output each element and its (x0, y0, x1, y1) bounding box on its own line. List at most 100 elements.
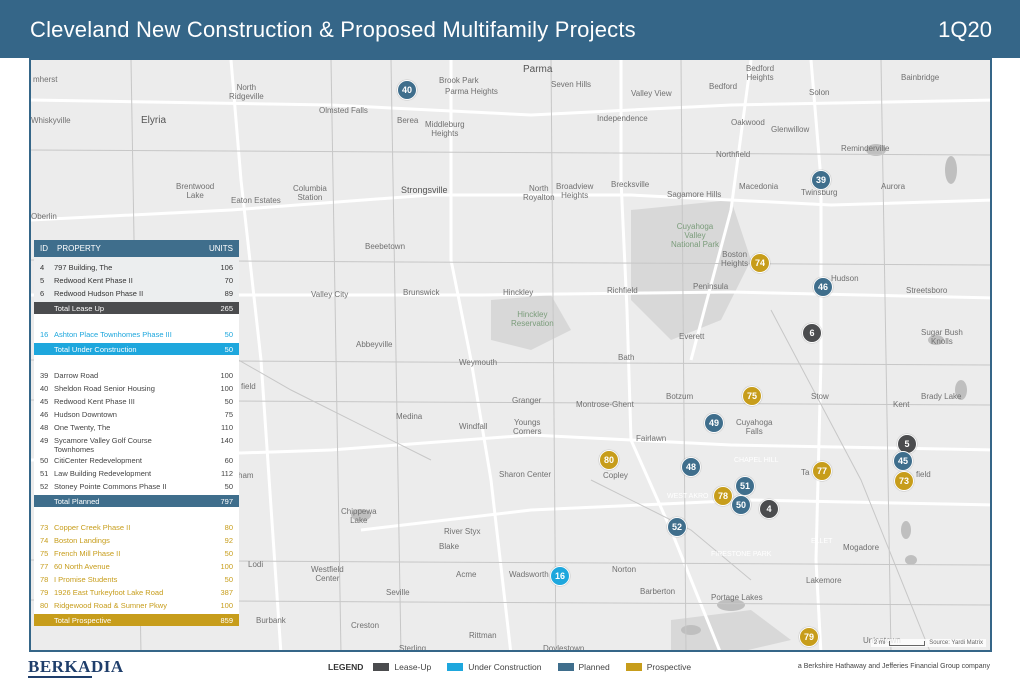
place-label: Sterling (399, 644, 427, 652)
row-id: 46 (40, 410, 49, 419)
row-id: 80 (40, 601, 49, 610)
table-header: ID PROPERTY UNITS (34, 240, 239, 257)
map-marker-16[interactable]: 16 (550, 566, 570, 586)
place-label: Everett (679, 332, 705, 341)
map-marker-75[interactable]: 75 (742, 386, 762, 406)
map-marker-80[interactable]: 80 (599, 450, 619, 470)
map-marker-40[interactable]: 40 (397, 80, 417, 100)
place-label: Acme (456, 570, 477, 579)
place-label: Brady Lake (921, 392, 962, 401)
place-label: Parma (523, 64, 553, 75)
row-id: 45 (40, 397, 49, 406)
row-property: 1926 East Turkeyfoot Lake Road (54, 588, 164, 597)
map-marker-6[interactable]: 6 (802, 323, 822, 343)
place-label: Middleburg Heights (425, 120, 465, 138)
row-property: Sheldon Road Senior Housing (54, 384, 155, 393)
map-marker-50[interactable]: 50 (731, 495, 751, 515)
header-bar: Cleveland New Construction & Proposed Mu… (0, 0, 1020, 58)
table-row[interactable]: 6 Redwood Hudson Phase II 89 (34, 287, 239, 300)
place-label: Peninsula (693, 282, 729, 291)
map-marker-52[interactable]: 52 (667, 517, 687, 537)
place-label: WEST AKRO (667, 493, 709, 500)
scale-bar-graphic (889, 640, 926, 646)
place-label: Mogadore (843, 543, 880, 552)
map-marker-79[interactable]: 79 (799, 627, 819, 647)
table-row[interactable]: 77 60 North Avenue 100 (34, 560, 239, 573)
table-row[interactable]: 50 CitiCenter Redevelopment 60 (34, 454, 239, 467)
place-label: Northfield (716, 150, 751, 159)
source-label: Source: Yardi Matrix (929, 640, 983, 646)
table-row[interactable]: 46 Hudson Downtown 75 (34, 408, 239, 421)
place-label: ham (238, 471, 254, 480)
table-row[interactable]: 49 Sycamore Valley Golf Course Townhomes 1… (34, 434, 239, 454)
row-property: Sycamore Valley Golf Course Townhomes (54, 436, 152, 454)
row-units: 50 (224, 397, 233, 406)
row-id: 51 (40, 469, 49, 478)
map-marker-46[interactable]: 46 (813, 277, 833, 297)
place-label: Olmsted Falls (319, 106, 368, 115)
table-row[interactable]: 75 French Mill Phase II 50 (34, 547, 239, 560)
table-row[interactable]: 40 Sheldon Road Senior Housing 100 (34, 382, 239, 395)
place-label: Abbeyville (356, 340, 393, 349)
row-property: I Promise Students (54, 575, 118, 584)
place-label: Elyria (141, 115, 167, 126)
row-id: 40 (40, 384, 49, 393)
table-row[interactable]: 74 Boston Landings 92 (34, 534, 239, 547)
map-marker-77[interactable]: 77 (812, 461, 832, 481)
place-label: Wadsworth (509, 570, 549, 579)
map-marker-49[interactable]: 49 (704, 413, 724, 433)
place-label: Hinckley (503, 288, 534, 297)
place-label: FIRESTONE PARK (711, 551, 772, 558)
place-label: North Ridgeville (229, 83, 264, 101)
row-property: Hudson Downtown (54, 410, 117, 419)
row-property: French Mill Phase II (54, 549, 121, 558)
table-row[interactable]: 73 Copper Creek Phase II 80 (34, 521, 239, 534)
map-marker-45[interactable]: 45 (893, 451, 913, 471)
place-label: Bedford Heights (746, 64, 775, 82)
map-canvas[interactable]: Parma Seven Hills Bedford Heights Bedfor… (29, 58, 992, 652)
table-row[interactable]: 39 Darrow Road 100 (34, 369, 239, 382)
map-marker-39[interactable]: 39 (811, 170, 831, 190)
table-row[interactable]: 51 Law Building Redevelopment 112 (34, 467, 239, 480)
legend: LEGEND Lease-Up Under Construction Plann… (328, 662, 701, 672)
row-id: 74 (40, 536, 49, 545)
table-row[interactable]: 79 1926 East Turkeyfoot Lake Road 387 (34, 586, 239, 599)
map-marker-78[interactable]: 78 (713, 486, 733, 506)
map-marker-51[interactable]: 51 (735, 476, 755, 496)
table-row[interactable]: 16 Ashton Place Townhomes Phase III 50 (34, 328, 239, 341)
total-units: 859 (220, 615, 233, 625)
total-units: 797 (220, 496, 233, 506)
place-label: Brunswick (403, 288, 440, 297)
row-units: 50 (224, 330, 233, 339)
place-label: Independence (597, 114, 648, 123)
map-marker-4[interactable]: 4 (759, 499, 779, 519)
table-row[interactable]: 80 Ridgewood Road & Sumner Pkwy 100 (34, 599, 239, 612)
row-property: Redwood Hudson Phase II (54, 289, 144, 298)
table-row[interactable]: 5 Redwood Kent Phase II 70 (34, 274, 239, 287)
map-marker-74[interactable]: 74 (750, 253, 770, 273)
table-row[interactable]: 52 Stoney Pointe Commons Phase II 50 (34, 480, 239, 493)
row-property: Stoney Pointe Commons Phase II (54, 482, 167, 491)
place-label: mherst (33, 75, 58, 84)
place-label: Bedford (709, 82, 738, 91)
table-row[interactable]: 45 Redwood Kent Phase III 50 (34, 395, 239, 408)
row-id: 16 (40, 330, 49, 339)
map-marker-48[interactable]: 48 (681, 457, 701, 477)
place-label: Doylestown (543, 644, 585, 652)
row-id: 52 (40, 482, 49, 491)
total-row-prospective: Total Prospective 859 (34, 614, 239, 626)
project-table: ID PROPERTY UNITS 4 797 Building, The 106 … (34, 240, 239, 626)
place-label: Sugar Bush Knolls (921, 328, 963, 346)
table-row[interactable]: 78 I Promise Students 50 (34, 573, 239, 586)
table-row[interactable]: 48 One Twenty, The 110 (34, 421, 239, 434)
table-row[interactable]: 4 797 Building, The 106 (34, 261, 239, 274)
row-id: 79 (40, 588, 49, 597)
place-label: Montrose-Ghent (576, 400, 634, 409)
place-label: Chippewa Lake (341, 507, 377, 525)
row-property: Boston Landings (54, 536, 110, 545)
map-marker-73[interactable]: 73 (894, 471, 914, 491)
place-label: Glenwillow (771, 125, 810, 134)
place-label: Oberlin (31, 212, 57, 221)
place-label: Berea (397, 116, 419, 125)
